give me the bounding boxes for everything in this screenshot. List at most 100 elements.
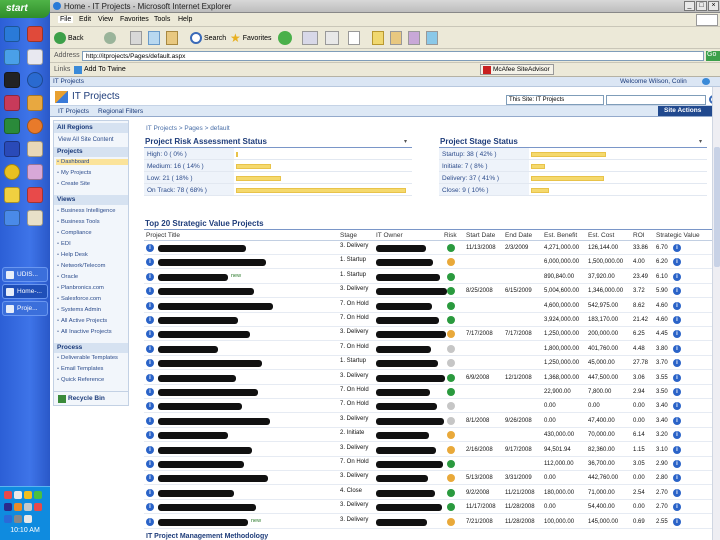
help-icon[interactable] [702,78,710,85]
col-project-title[interactable]: Project Title [146,232,180,239]
ie-icon[interactable] [4,26,20,42]
redacted-title[interactable] [158,403,242,411]
table-row[interactable]: i 3. Delivery 2/16/2008 9/17/2008 94,501.94 8… [144,444,714,457]
col-est-benefit[interactable]: Est. Benefit [544,232,577,239]
info-icon[interactable]: i [146,445,154,454]
maximize-button[interactable]: □ [696,1,707,11]
app-icon[interactable] [4,95,20,111]
tray-icon[interactable] [24,503,32,511]
info-icon[interactable]: i [673,272,681,281]
nav-my-projects[interactable]: My Projects [57,170,91,176]
nav-view[interactable]: All Active Projects [57,318,107,324]
folder-icon[interactable] [4,187,20,203]
nav-view[interactable]: Compliance [57,230,92,236]
window-titlebar[interactable]: Home - IT Projects - Microsoft Internet … [50,0,720,13]
menu-edit[interactable]: Edit [79,16,91,23]
table-row[interactable]: i 7. On Hold 0.00 0.00 0.00 3.40 i [144,400,714,414]
bluetooth-icon[interactable] [4,515,12,523]
print-icon[interactable] [325,31,339,45]
info-icon[interactable]: i [673,359,681,368]
info-icon[interactable]: i [673,316,681,324]
app-icon[interactable] [27,26,43,42]
chevron-down-icon[interactable]: ▾ [699,138,702,145]
info-icon[interactable]: i [146,359,154,368]
tray-icon[interactable] [14,491,22,499]
nav-process[interactable]: Deliverable Templates [57,355,118,361]
terminal-icon[interactable] [4,72,20,88]
tray-icon[interactable] [14,515,22,523]
tray-icon[interactable] [34,491,42,499]
redacted-title[interactable] [158,446,252,454]
info-icon[interactable]: i [673,445,681,454]
info-icon[interactable]: i [673,402,681,411]
col-it-owner[interactable]: IT Owner [376,232,403,239]
app-icon[interactable] [27,187,43,203]
redacted-title[interactable] [158,417,270,425]
info-icon[interactable]: i [673,258,681,267]
col-start-date[interactable]: Start Date [466,232,495,239]
chevron-down-icon[interactable]: ▾ [404,138,407,145]
info-icon[interactable]: i [146,244,154,252]
site-actions-button[interactable]: Site Actions [658,106,718,116]
refresh-icon[interactable] [148,31,160,45]
info-icon[interactable]: i [673,488,681,497]
info-icon[interactable]: i [146,272,154,281]
info-icon[interactable]: i [146,344,154,353]
firefox-icon[interactable] [27,118,43,134]
col-risk[interactable]: Risk [444,232,457,239]
scrollbar-thumb[interactable] [714,147,720,267]
info-icon[interactable]: i [146,402,154,411]
tray-icon[interactable] [24,491,32,499]
info-icon[interactable]: i [146,388,154,396]
info-icon[interactable]: i [673,373,681,382]
add-to-twine-link[interactable]: Add To Twine [84,66,126,73]
nav-view[interactable]: Business Intelligence [57,208,115,214]
info-icon[interactable]: i [146,488,154,497]
col-roi[interactable]: ROI [633,232,645,239]
minimize-button[interactable]: _ [684,1,695,11]
table-row[interactable]: i new 3. Delivery 7/21/2008 11/28/2008 100,00… [144,516,714,529]
word-icon[interactable] [4,141,20,157]
nav-process[interactable]: Quick Reference [57,377,104,383]
welcome-menu[interactable]: Welcome Wilson, Colin [620,78,687,85]
info-icon[interactable]: i [673,244,681,252]
address-input[interactable]: http://itprojects/Pages/default.aspx [82,51,704,61]
table-row[interactable]: i 3. Delivery 7/17/2008 7/17/2008 1,250,000.… [144,328,714,342]
recycle-bin-link[interactable]: Recycle Bin [68,395,105,402]
nav-create-site[interactable]: Create Site [57,181,90,187]
info-icon[interactable]: i [146,431,154,440]
table-row[interactable]: i 7. On Hold 3,924,000.00 183,170.00 21.42 4.… [144,314,714,327]
app-icon[interactable] [27,95,43,111]
table-row[interactable]: i 2. Initiate 430,000.00 70,000.00 6.14 3.20 i [144,429,714,443]
taskbar-button-projects[interactable]: Proje... [2,301,48,316]
breadcrumb[interactable]: IT Projects > Pages > default [146,125,230,132]
tray-icon[interactable] [4,503,12,511]
menu-view[interactable]: View [98,16,113,23]
nav-regional-filters[interactable]: Regional Filters [98,108,143,115]
tool-icon[interactable] [426,31,438,45]
close-button[interactable]: × [708,1,719,11]
app-icon[interactable] [27,141,43,157]
top-link[interactable]: IT Projects [53,78,84,85]
redacted-title[interactable] [158,288,254,296]
table-row[interactable]: i 7. On Hold 4,600,000.00 542,975.00 8.62 4.6… [144,300,714,313]
menu-help[interactable]: Help [178,16,192,23]
redacted-title[interactable] [158,432,228,440]
app-icon[interactable] [4,49,20,65]
redacted-title[interactable] [158,259,266,267]
menu-file[interactable]: File [58,16,74,23]
tray-icon[interactable] [4,491,12,499]
redacted-title[interactable] [158,345,218,353]
info-icon[interactable]: i [673,344,681,353]
redacted-title[interactable] [158,475,268,483]
info-icon[interactable]: i [673,474,681,483]
messenger-icon[interactable] [408,31,420,45]
search-input[interactable] [606,95,706,105]
nav-view[interactable]: All Inactive Projects [57,329,112,335]
info-icon[interactable]: i [146,517,154,526]
table-row[interactable]: i 3. Delivery 11/13/2008 2/3/2009 4,271,000.… [144,242,714,255]
nav-view[interactable]: Network/Telecom [57,263,105,269]
info-icon[interactable]: i [146,258,154,267]
projects-header[interactable]: Projects [54,147,128,157]
table-row[interactable]: i new 1. Startup 890,840.00 37,920.00 23.49 6.… [144,271,714,284]
